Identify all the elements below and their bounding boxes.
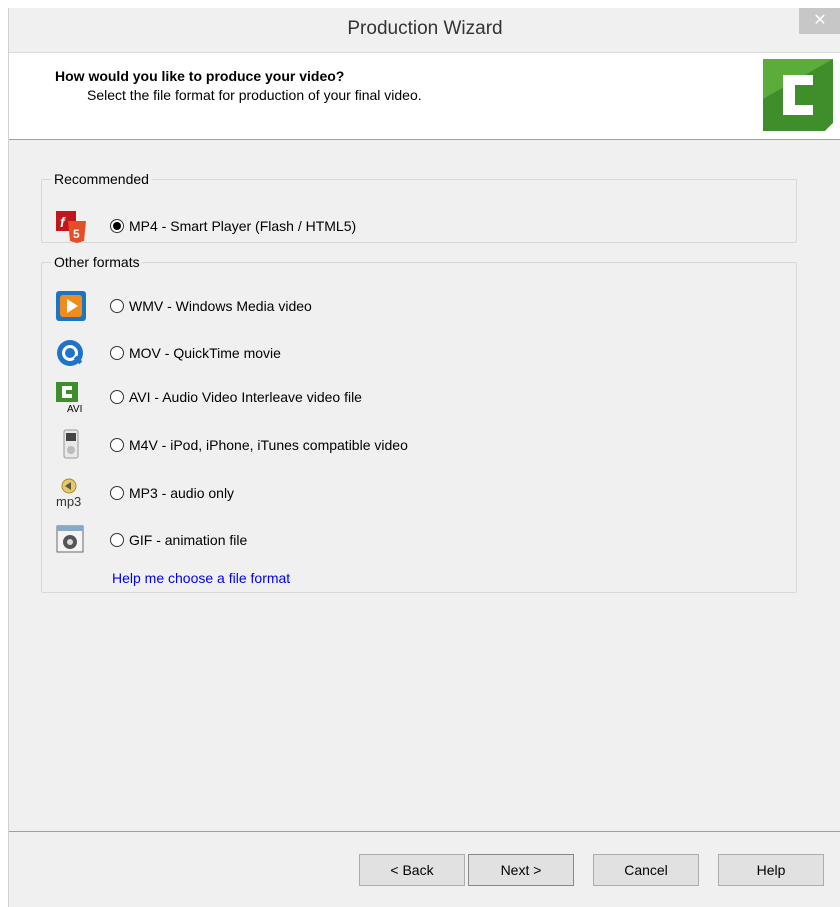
avi-icon: AVI xyxy=(56,382,82,414)
recommended-label: Recommended xyxy=(54,171,149,187)
cancel-button[interactable]: Cancel xyxy=(593,854,699,886)
next-button[interactable]: Next > xyxy=(468,854,574,886)
radio-wmv[interactable] xyxy=(110,299,124,313)
svg-text:mp3: mp3 xyxy=(56,494,81,509)
svg-text:5: 5 xyxy=(73,227,80,241)
option-label-avi: AVI - Audio Video Interleave video file xyxy=(129,389,362,405)
other-formats-label: Other formats xyxy=(54,254,140,270)
format-option-mov[interactable]: MOV - QuickTime movie xyxy=(54,336,654,370)
radio-m4v[interactable] xyxy=(110,438,124,452)
option-label-gif: GIF - animation file xyxy=(129,532,248,548)
other-formats-group: Other formats WMV - Windows Media video … xyxy=(41,254,797,593)
html5-flash-icon: f 5 xyxy=(56,211,86,243)
quicktime-icon xyxy=(57,340,83,366)
radio-mov[interactable] xyxy=(110,346,124,360)
radio-mp3[interactable] xyxy=(110,486,124,500)
camtasia-logo-icon xyxy=(763,59,833,131)
radio-mp4[interactable] xyxy=(110,219,124,233)
option-label-mp4: MP4 - Smart Player (Flash / HTML5) xyxy=(129,218,357,234)
help-button[interactable]: Help xyxy=(718,854,824,886)
radio-gif[interactable] xyxy=(110,533,124,547)
mp3-icon: mp3 xyxy=(56,478,81,509)
option-label-mp3: MP3 - audio only xyxy=(129,485,235,501)
title-bar: Production Wizard ✕ xyxy=(9,8,840,52)
format-option-wmv[interactable]: WMV - Windows Media video xyxy=(54,289,654,323)
ipod-icon xyxy=(63,429,79,459)
format-option-m4v[interactable]: M4V - iPod, iPhone, iTunes compatible vi… xyxy=(54,428,654,462)
recommended-group: Recommended f 5 MP4 - Smart Player (Flas… xyxy=(41,171,797,243)
svg-text:AVI: AVI xyxy=(67,404,82,414)
production-wizard-window: Production Wizard ✕ How would you like t… xyxy=(8,8,840,907)
format-option-mp3[interactable]: mp3 MP3 - audio only xyxy=(54,476,654,510)
footer-divider xyxy=(9,831,840,832)
back-button[interactable]: < Back xyxy=(359,854,465,886)
option-label-m4v: M4V - iPod, iPhone, iTunes compatible vi… xyxy=(129,437,408,453)
help-choose-format-link[interactable]: Help me choose a file format xyxy=(112,570,290,586)
header-subtitle: Select the file format for production of… xyxy=(87,87,422,103)
format-option-avi[interactable]: AVI AVI - Audio Video Interleave video f… xyxy=(54,380,654,414)
gif-animation-icon xyxy=(56,525,84,553)
window-title: Production Wizard xyxy=(347,18,503,39)
close-button[interactable]: ✕ xyxy=(799,8,840,34)
option-label-wmv: WMV - Windows Media video xyxy=(129,298,312,314)
windows-media-icon xyxy=(56,291,86,321)
option-label-mov: MOV - QuickTime movie xyxy=(129,345,281,361)
header-title: How would you like to produce your video… xyxy=(55,68,345,84)
wizard-header: How would you like to produce your video… xyxy=(9,52,840,140)
format-option-mp4[interactable]: f 5 MP4 - Smart Player (Flash / HTML5) xyxy=(54,209,654,243)
format-option-gif[interactable]: GIF - animation file xyxy=(54,523,654,557)
radio-avi[interactable] xyxy=(110,390,124,404)
